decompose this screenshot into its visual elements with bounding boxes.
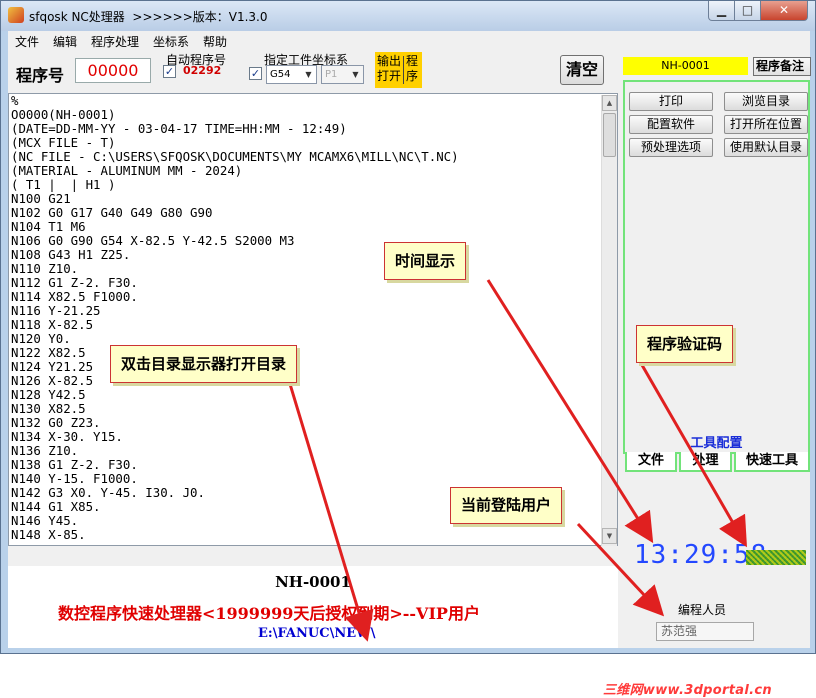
directory-arrow — [288, 383, 374, 642]
callout-time: 时间显示 — [384, 242, 467, 280]
callout-user: 当前登陆用户 — [450, 487, 563, 524]
callout-directory: 双击目录显示器打开目录 — [110, 345, 298, 383]
user-arrow — [576, 522, 665, 617]
verify-arrow — [640, 364, 747, 548]
site-watermark: 三维网www.3dportal.cn — [603, 683, 772, 698]
callout-verify: 程序验证码 — [636, 325, 734, 363]
